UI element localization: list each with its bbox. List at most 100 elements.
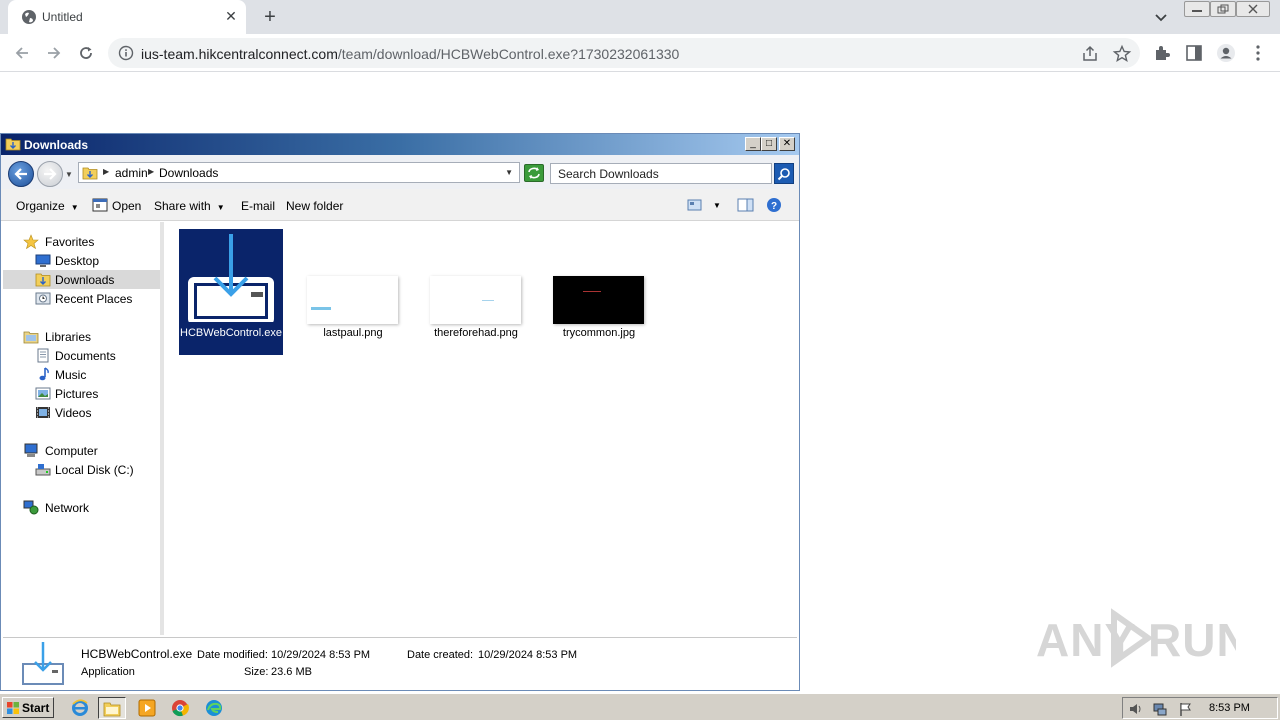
taskbar-chrome[interactable] xyxy=(166,697,194,719)
file-item-lastpaul[interactable]: lastpaul.png xyxy=(301,276,405,339)
file-item-hcbwebcontrol[interactable]: HCBWebControl.exe xyxy=(179,229,283,355)
nav-documents[interactable]: Documents xyxy=(3,346,161,365)
url-path: /team/download/HCBWebControl.exe?1730232… xyxy=(337,46,680,62)
site-info-icon[interactable] xyxy=(118,45,134,61)
desktop-icon xyxy=(35,254,51,267)
start-label: Start xyxy=(22,701,50,715)
computer-icon xyxy=(24,443,38,457)
address-bar[interactable]: ius-team.hikcentralconnect.com/team/down… xyxy=(108,38,1140,68)
change-view-icon[interactable] xyxy=(686,197,704,213)
view-options-chevron-icon[interactable]: ▼ xyxy=(713,201,721,210)
file-name: thereforehad.png xyxy=(434,327,518,339)
close-window-icon[interactable] xyxy=(1236,1,1270,17)
side-panel-icon[interactable] xyxy=(1184,43,1204,63)
restore-icon[interactable] xyxy=(1210,1,1236,17)
forward-icon[interactable] xyxy=(40,40,68,66)
nav-recent-places[interactable]: Recent Places xyxy=(3,289,161,308)
nav-music[interactable]: Music xyxy=(3,365,161,384)
nav-favorites[interactable]: Favorites xyxy=(3,232,161,251)
details-created-value: 10/29/2024 8:53 PM xyxy=(478,649,578,661)
explorer-command-bar: Organize ▼ Open Share with ▼ E-mail New fo… xyxy=(1,189,799,221)
chrome-menu-icon[interactable] xyxy=(1248,43,1268,63)
details-size-label: Size: xyxy=(244,666,269,678)
taskbar-internet-explorer[interactable] xyxy=(66,697,94,719)
email-button[interactable]: E-mail xyxy=(241,199,275,213)
explorer-back-icon[interactable] xyxy=(8,161,34,187)
extensions-icon[interactable] xyxy=(1152,43,1172,63)
nav-network[interactable]: Network xyxy=(3,498,161,517)
refresh-icon[interactable] xyxy=(524,164,544,182)
music-icon xyxy=(39,367,49,381)
nav-libraries[interactable]: Libraries xyxy=(3,327,161,346)
nav-downloads[interactable]: Downloads xyxy=(3,270,161,289)
taskbar-explorer[interactable] xyxy=(98,697,126,719)
action-center-flag-icon[interactable] xyxy=(1177,701,1193,717)
taskbar-media-player[interactable] xyxy=(133,697,161,719)
explorer-forward-icon[interactable] xyxy=(37,161,63,187)
breadcrumb-arrow-icon[interactable]: ▶ xyxy=(103,167,109,176)
window-title: Downloads xyxy=(24,138,89,152)
volume-icon[interactable] xyxy=(1128,701,1144,717)
share-with-button[interactable]: Share with ▼ xyxy=(154,199,225,213)
address-dropdown-icon[interactable]: ▼ xyxy=(505,168,513,177)
share-icon[interactable] xyxy=(1080,44,1100,64)
file-item-trycommon[interactable]: trycommon.jpg xyxy=(547,276,651,339)
taskbar-clock[interactable]: 8:53 PM xyxy=(1209,702,1250,714)
profile-icon[interactable] xyxy=(1216,43,1236,63)
nav-music-label: Music xyxy=(55,368,87,382)
chrome-icon xyxy=(172,700,189,717)
nav-recent-places-label: Recent Places xyxy=(55,292,133,306)
search-icon[interactable] xyxy=(774,163,794,184)
taskbar-edge[interactable] xyxy=(200,697,228,719)
preview-pane-icon[interactable] xyxy=(737,197,755,213)
nav-local-disk[interactable]: Local Disk (C:) xyxy=(3,460,161,479)
explorer-address-bar[interactable]: ▶ admin ▶ Downloads ▼ xyxy=(78,162,520,183)
videos-icon xyxy=(36,407,50,418)
explorer-minimize-button[interactable]: _ xyxy=(745,137,761,151)
browser-toolbar: ius-team.hikcentralconnect.com/team/down… xyxy=(0,34,1280,72)
installer-download-icon xyxy=(188,234,274,322)
url-host: ius-team.hikcentralconnect.com xyxy=(141,46,338,62)
recent-pages-chevron-icon[interactable]: ▼ xyxy=(65,170,73,179)
back-icon[interactable] xyxy=(8,40,36,66)
new-tab-icon[interactable]: + xyxy=(258,5,282,29)
tab-close-icon[interactable]: ✕ xyxy=(222,7,240,25)
explorer-search-input[interactable]: Search Downloads xyxy=(550,163,772,184)
nav-desktop[interactable]: Desktop xyxy=(3,251,161,270)
details-pane: HCBWebControl.exe Application Date modif… xyxy=(3,637,797,689)
windows-taskbar: Start 8:53 PM xyxy=(0,693,1280,720)
explorer-window: Downloads _ □ ✕ ▼ ▶ admin ▶ Downloads ▼ … xyxy=(0,133,800,691)
file-item-thereforehad[interactable]: thereforehad.png xyxy=(424,276,528,339)
breadcrumb-downloads[interactable]: Downloads xyxy=(159,166,218,180)
details-size-value: 23.6 MB xyxy=(271,666,312,678)
nav-computer[interactable]: Computer xyxy=(3,441,161,460)
reload-icon[interactable] xyxy=(72,40,100,66)
downloads-folder-icon xyxy=(35,273,51,287)
organize-button[interactable]: Organize ▼ xyxy=(16,199,79,213)
tab-search-chevron-icon[interactable] xyxy=(1150,6,1172,28)
star-icon xyxy=(23,234,39,249)
breadcrumb-admin[interactable]: admin xyxy=(115,166,148,180)
svg-text:?: ? xyxy=(771,201,777,212)
explorer-titlebar[interactable]: Downloads _ □ ✕ xyxy=(1,134,799,155)
minimize-icon[interactable] xyxy=(1184,1,1210,17)
help-icon[interactable]: ? xyxy=(765,197,783,213)
navigation-pane: Favorites Desktop Downloads Recent Place… xyxy=(3,222,163,635)
nav-libraries-label: Libraries xyxy=(45,330,92,344)
open-button[interactable]: Open xyxy=(112,199,141,213)
breadcrumb-arrow-icon[interactable]: ▶ xyxy=(148,167,154,176)
network-tray-icon[interactable] xyxy=(1152,701,1168,717)
start-button[interactable]: Start xyxy=(2,697,54,718)
explorer-close-button[interactable]: ✕ xyxy=(779,137,795,151)
nav-videos[interactable]: Videos xyxy=(3,403,161,422)
nav-documents-label: Documents xyxy=(55,349,116,363)
explorer-address-area: ▼ ▶ admin ▶ Downloads ▼ Search Downloads xyxy=(1,155,799,189)
new-folder-button[interactable]: New folder xyxy=(286,199,343,213)
explorer-maximize-button[interactable]: □ xyxy=(761,137,777,151)
navigation-pane-scrollbar[interactable] xyxy=(160,222,164,635)
nav-pictures[interactable]: Pictures xyxy=(3,384,161,403)
bookmark-star-icon[interactable] xyxy=(1112,44,1132,64)
browser-tab[interactable]: Untitled ✕ xyxy=(8,0,246,34)
tab-title: Untitled xyxy=(42,10,83,24)
image-thumbnail xyxy=(553,276,644,324)
